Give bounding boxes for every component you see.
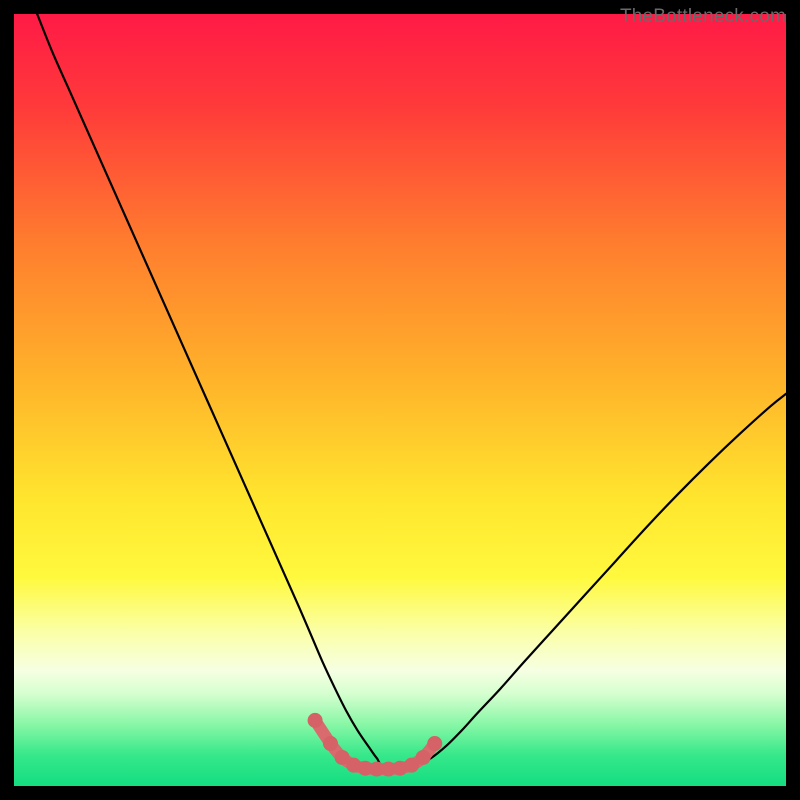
highlight-dot bbox=[323, 736, 338, 751]
highlight-dot bbox=[308, 713, 323, 728]
watermark-text: TheBottleneck.com bbox=[620, 6, 786, 28]
gradient-background bbox=[14, 14, 786, 786]
highlight-dot bbox=[416, 750, 431, 765]
bottleneck-chart bbox=[14, 14, 786, 786]
highlight-dot bbox=[427, 736, 442, 751]
